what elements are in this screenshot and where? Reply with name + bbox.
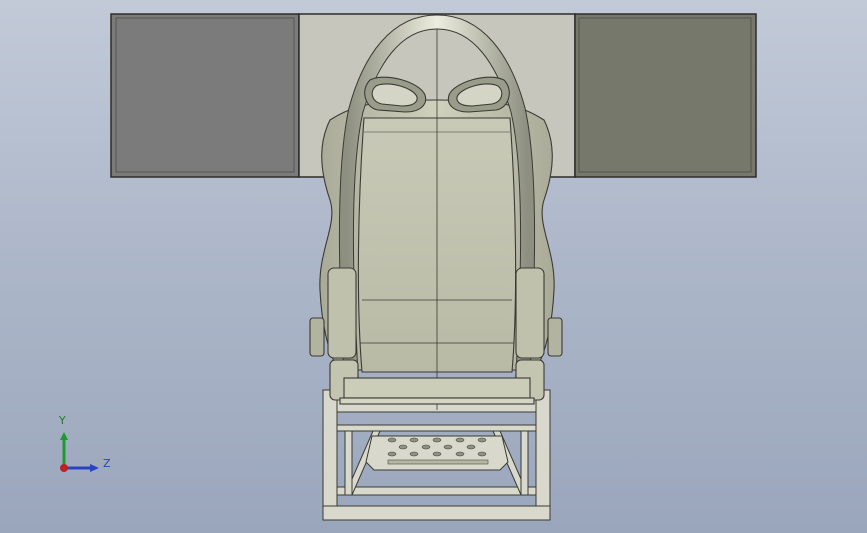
model-view[interactable]: [0, 0, 867, 533]
y-axis-label: Y: [59, 414, 66, 427]
axis-triad: [60, 432, 99, 472]
monitor-left: [110, 13, 300, 178]
graphics-viewport[interactable]: Y Z: [0, 0, 867, 533]
seat-rail: [339, 397, 535, 405]
frame-bottom-rail: [322, 505, 551, 521]
frame-inner-post-right: [520, 430, 529, 496]
z-axis-label: Z: [103, 457, 111, 470]
frame-mid-rail: [336, 486, 537, 496]
y-axis-arrow: [60, 432, 68, 440]
x-axis-dot: [60, 464, 68, 472]
monitor-right: [574, 13, 757, 178]
frame-right-post: [535, 389, 551, 521]
recline-knob-right: [547, 317, 563, 357]
side-pad-right: [515, 267, 545, 359]
frame-cross-rail: [336, 424, 537, 432]
recline-knob-left: [309, 317, 325, 357]
frame-inner-post-left: [344, 430, 353, 496]
frame-left-post: [322, 389, 338, 521]
seat-cushion-front: [343, 377, 531, 399]
side-pad-left: [327, 267, 357, 359]
z-axis-arrow: [90, 464, 99, 472]
